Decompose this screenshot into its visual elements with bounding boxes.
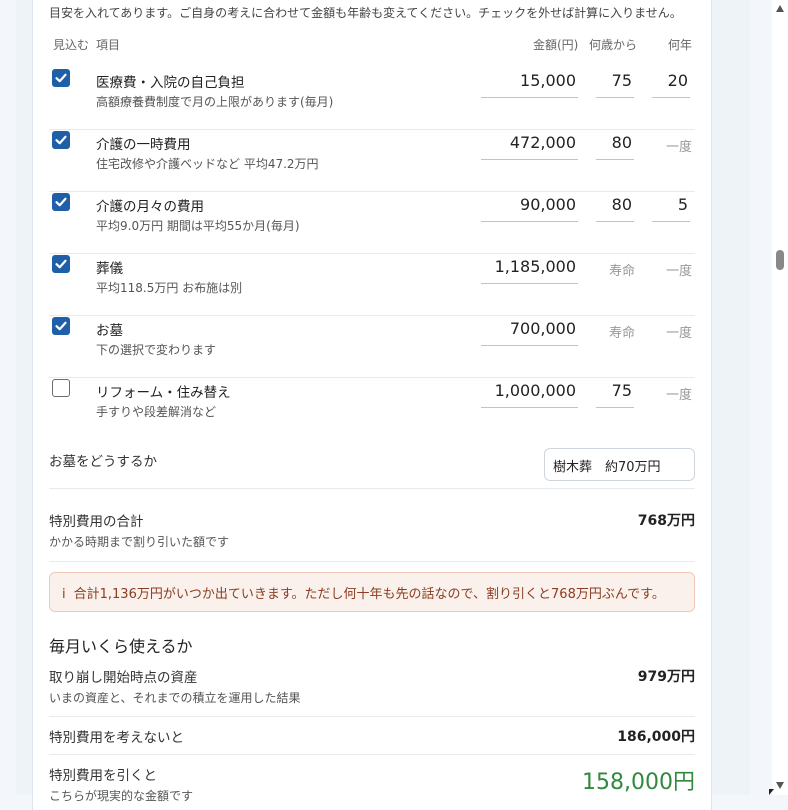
check-icon [55,135,67,145]
expense-description: 平均118.5万円 お布施は別 [96,281,243,295]
grave-select[interactable]: 樹木葬 約70万円 [544,448,695,481]
expense-name: リフォーム・住み替え [96,385,231,401]
from-age-text: 寿命 [609,264,636,279]
amount-input[interactable]: 700,000 [481,316,578,346]
amount-input[interactable]: 1,185,000 [481,254,578,284]
divider [49,561,695,562]
scroll-down-arrow-icon[interactable] [776,782,784,789]
expense-row: 葬儀平均118.5万円 お布施は別 1,185,000 寿命 一度 [49,254,695,316]
expense-row: お墓下の選択で変わります 700,000 寿命 一度 [49,316,695,378]
include-checkbox[interactable] [52,193,70,211]
expense-row: 介護の一時費用住宅改修や介護ベッドなど 平均47.2万円 472,000 80 一度 [49,130,695,192]
amount-input[interactable]: 90,000 [481,192,578,222]
expense-row: 介護の月々の費用平均9.0万円 期間は平均55か月(毎月) 90,000 80 5 [49,192,695,254]
intro-text: 目安を入れてあります。ご自身の考えに合わせて金額も年齢も変えてください。チェック… [49,6,682,20]
special-total-sub: かかる時期まで割り引いた額です [49,535,230,549]
check-icon [55,73,67,83]
assets-sub: いまの資産と、それまでの積立を運用した結果 [49,691,301,705]
monthly-section-title: 毎月いくら使えるか [49,637,193,656]
expense-description: 平均9.0万円 期間は平均55か月(毎月) [96,219,300,233]
amount-input[interactable]: 15,000 [481,68,578,98]
include-checkbox[interactable] [52,317,70,335]
years-text: 一度 [666,326,693,341]
check-icon [55,321,67,331]
years-text: 一度 [666,264,693,279]
expense-name: 葬儀 [96,261,123,277]
scroll-up-arrow-icon[interactable] [776,5,784,12]
without-special-value: 186,000円 [617,729,695,745]
from-age-input[interactable]: 80 [596,130,634,160]
mouse-cursor-icon [769,789,774,795]
expense-description: 高額療養費制度で月の上限があります(毎月) [96,95,334,109]
scrollbar[interactable] [772,0,788,795]
divider [49,488,695,489]
assets-label: 取り崩し開始時点の資産 [49,670,198,686]
include-checkbox[interactable] [52,255,70,273]
special-total-label: 特別費用の合計 [49,514,144,530]
expense-description: 住宅改修や介護ベッドなど 平均47.2万円 [96,157,319,171]
years-text: 一度 [666,388,693,403]
expense-name: 医療費・入院の自己負担 [96,75,245,91]
years-input[interactable]: 20 [652,68,690,98]
notice-text: 合計1,136万円がいつか出ていきます。ただし何十年も先の話なので、割り引くと7… [73,587,665,602]
assets-value: 979万円 [637,669,695,685]
from-age-text: 寿命 [609,326,636,341]
scrollbar-thumb[interactable] [776,250,784,270]
check-icon [55,259,67,269]
expense-row: 医療費・入院の自己負担高額療養費制度で月の上限があります(毎月) 15,000 75… [49,68,695,130]
grave-label: お墓をどうするか [49,454,157,470]
with-special-value: 158,000円 [582,770,695,795]
from-age-input[interactable]: 75 [596,378,634,408]
divider [49,754,695,755]
divider [49,716,695,717]
header-amount: 金額(円) [533,38,579,52]
expense-name: お墓 [96,323,123,339]
years-input[interactable]: 5 [652,192,690,222]
with-special-label: 特別費用を引くと [49,768,157,784]
info-icon: i [62,587,66,602]
expense-name: 介護の一時費用 [96,137,191,153]
include-checkbox[interactable] [52,131,70,149]
special-total-value: 768万円 [637,513,695,529]
include-checkbox[interactable] [52,379,70,397]
expense-description: 手すりや段差解消など [96,405,217,419]
expense-description: 下の選択で変わります [96,343,217,357]
expense-row: リフォーム・住み替え 手すりや段差解消など 1,000,000 75 一度 [49,378,695,440]
notice-box: i 合計1,136万円がいつか出ていきます。ただし何十年も先の話なので、割り引くと… [49,572,695,612]
header-from-age: 何歳から [589,38,638,52]
amount-input[interactable]: 472,000 [481,130,578,160]
grave-select-value: 樹木葬 約70万円 [553,460,661,475]
years-text: 一度 [666,140,693,155]
without-special-label: 特別費用を考えないと [49,730,184,746]
include-checkbox[interactable] [52,69,70,87]
amount-input[interactable]: 1,000,000 [481,378,578,408]
header-include: 見込む [53,38,90,52]
expense-name: 介護の月々の費用 [96,199,204,215]
with-special-sub: こちらが現実的な金額です [49,789,194,803]
header-item: 項目 [96,38,121,52]
header-years: 何年 [668,38,693,52]
from-age-input[interactable]: 80 [596,192,634,222]
check-icon [55,197,67,207]
from-age-input[interactable]: 75 [596,68,634,98]
